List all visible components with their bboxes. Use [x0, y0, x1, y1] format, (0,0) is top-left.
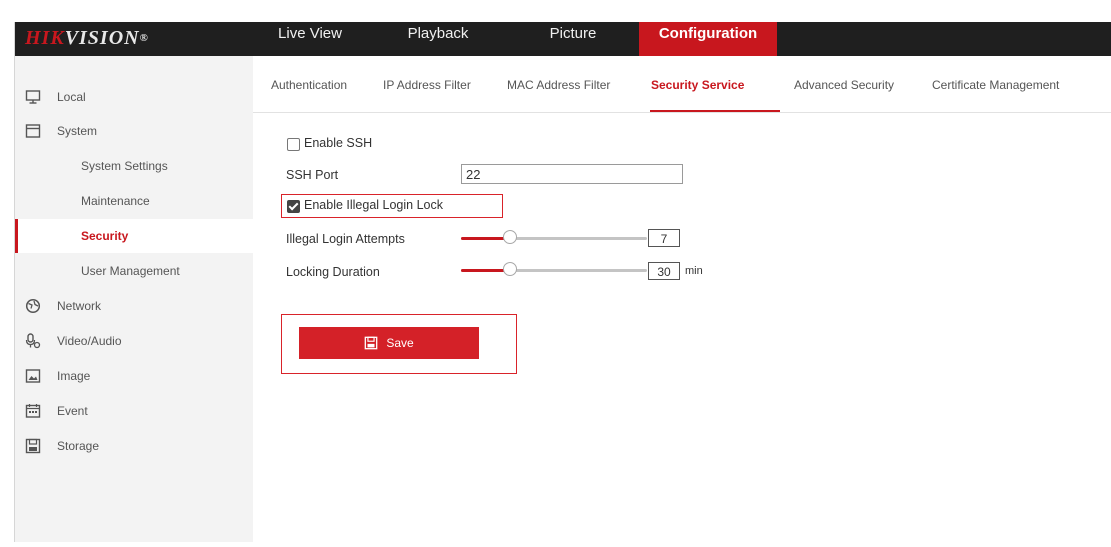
tab-mac-address-filter[interactable]: MAC Address Filter — [507, 78, 610, 92]
floppy-disk-icon — [364, 336, 378, 350]
sidebar-item-maintenance[interactable]: Maintenance — [15, 184, 253, 218]
sidebar-item-system[interactable]: System — [15, 114, 253, 148]
tab-divider — [253, 112, 1111, 113]
sidebar-item-event[interactable]: Event — [15, 394, 253, 428]
locking-duration-unit: min — [685, 265, 703, 277]
nav-playback[interactable]: Playback — [401, 22, 475, 56]
save-button[interactable]: Save — [299, 327, 479, 359]
tab-certificate-management[interactable]: Certificate Management — [932, 78, 1059, 92]
sidebar-item-label: Network — [57, 299, 102, 313]
microphone-icon — [25, 333, 41, 349]
tab-advanced-security[interactable]: Advanced Security — [794, 78, 894, 92]
illegal-login-attempts-label: Illegal Login Attempts — [286, 232, 405, 246]
system-icon — [25, 124, 41, 138]
active-tab-indicator — [650, 110, 780, 112]
sidebar-item-security[interactable]: Security — [15, 219, 253, 253]
sidebar-item-system-settings[interactable]: System Settings — [15, 149, 253, 183]
tab-ip-address-filter[interactable]: IP Address Filter — [383, 78, 471, 92]
calendar-icon — [25, 404, 41, 418]
tab-authentication[interactable]: Authentication — [271, 78, 347, 92]
locking-duration-label: Locking Duration — [286, 265, 380, 279]
monitor-icon — [25, 90, 41, 104]
slider-thumb[interactable] — [503, 230, 517, 244]
illegal-login-lock-label: Enable Illegal Login Lock — [304, 198, 443, 212]
illegal-login-lock-checkbox[interactable] — [287, 200, 300, 213]
sidebar-item-network[interactable]: Network — [15, 289, 253, 323]
sidebar-item-label: Storage — [57, 439, 100, 453]
sidebar-item-image[interactable]: Image — [15, 359, 253, 393]
illegal-login-attempts-slider[interactable] — [461, 230, 647, 244]
image-icon — [25, 369, 41, 383]
ssh-port-label: SSH Port — [286, 168, 339, 182]
sidebar-item-local[interactable]: Local — [15, 80, 253, 114]
illegal-login-attempts-value[interactable]: 7 — [648, 229, 680, 247]
sidebar-item-label: System Settings — [81, 159, 168, 173]
sidebar-item-user-management[interactable]: User Management — [15, 254, 253, 288]
app-frame: HIKVISION® Live View Playback Picture Co… — [14, 22, 1111, 542]
sidebar-item-label: Image — [57, 369, 91, 383]
sidebar-item-label: Local — [57, 90, 86, 104]
sidebar-item-label: Video/Audio — [57, 334, 122, 348]
nav-configuration[interactable]: Configuration — [639, 22, 777, 56]
sidebar-item-video-audio[interactable]: Video/Audio — [15, 324, 253, 358]
tab-security-service[interactable]: Security Service — [651, 78, 744, 92]
ssh-port-input[interactable] — [461, 164, 683, 184]
sidebar-item-label: Maintenance — [81, 194, 150, 208]
nav-picture[interactable]: Picture — [543, 22, 603, 56]
hikvision-logo: HIKVISION® — [25, 27, 149, 49]
save-button-label: Save — [386, 336, 414, 350]
sidebar-item-label: Event — [57, 404, 88, 418]
network-icon — [25, 298, 41, 314]
sidebar-item-storage[interactable]: Storage — [15, 429, 253, 463]
locking-duration-slider[interactable] — [461, 262, 647, 276]
sidebar-item-label: Security — [81, 229, 129, 243]
locking-duration-value[interactable]: 30 — [648, 262, 680, 280]
sidebar-item-label: User Management — [81, 264, 180, 278]
enable-ssh-checkbox[interactable] — [287, 138, 300, 151]
slider-thumb[interactable] — [503, 262, 517, 276]
sidebar-item-label: System — [57, 124, 98, 138]
top-navigation-bar: HIKVISION® Live View Playback Picture Co… — [15, 22, 1111, 56]
storage-icon — [25, 438, 41, 454]
enable-ssh-label: Enable SSH — [304, 136, 373, 150]
sidebar: Local System System Settings Maintenance… — [15, 56, 253, 542]
nav-live-view[interactable]: Live View — [275, 22, 345, 56]
